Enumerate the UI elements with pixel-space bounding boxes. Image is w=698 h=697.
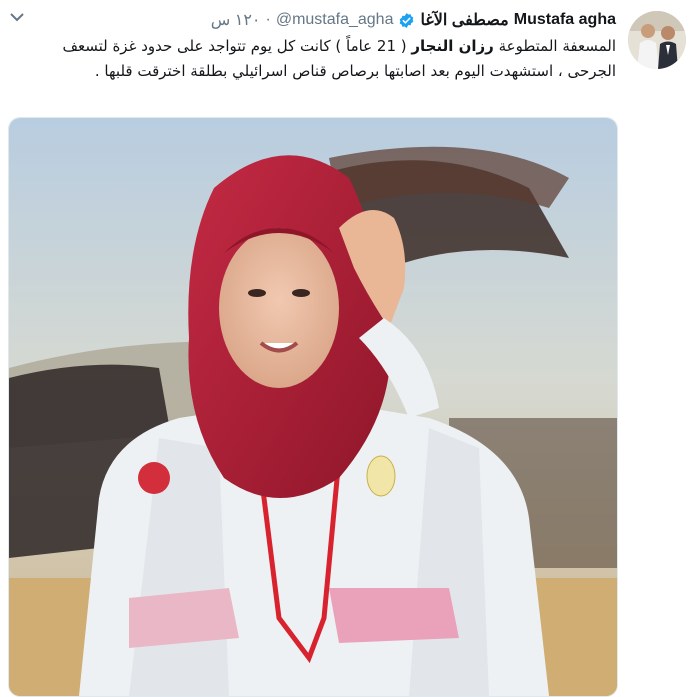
tweet-text: المسعفة المتطوعة رزان النجار ( 21 عاماً … [16, 34, 616, 84]
tweet-menu-caret[interactable] [8, 8, 26, 26]
avatar[interactable] [628, 11, 686, 69]
tweet-header: Mustafa agha مصطفى الآغا @mustafa_agha ·… [211, 10, 616, 30]
avatar-image [628, 11, 686, 69]
tweet-text-part1: المسعفة المتطوعة [493, 37, 616, 55]
separator-dot: · [265, 11, 271, 28]
author-handle[interactable]: @mustafa_agha [276, 11, 394, 29]
tweet-timestamp[interactable]: ١٢٠ س [211, 10, 261, 30]
photo-paramedic [9, 118, 617, 696]
tweet-text-bold-name: رزان النجار [411, 37, 494, 55]
tweet-media-photo[interactable] [8, 117, 618, 697]
author-name-ar[interactable]: مصطفى الآغا [420, 10, 508, 30]
author-name-en[interactable]: Mustafa agha [514, 11, 616, 29]
tweet[interactable]: Mustafa agha مصطفى الآغا @mustafa_agha ·… [0, 0, 698, 697]
chevron-down-icon [10, 13, 24, 22]
verified-badge-icon [400, 12, 414, 28]
